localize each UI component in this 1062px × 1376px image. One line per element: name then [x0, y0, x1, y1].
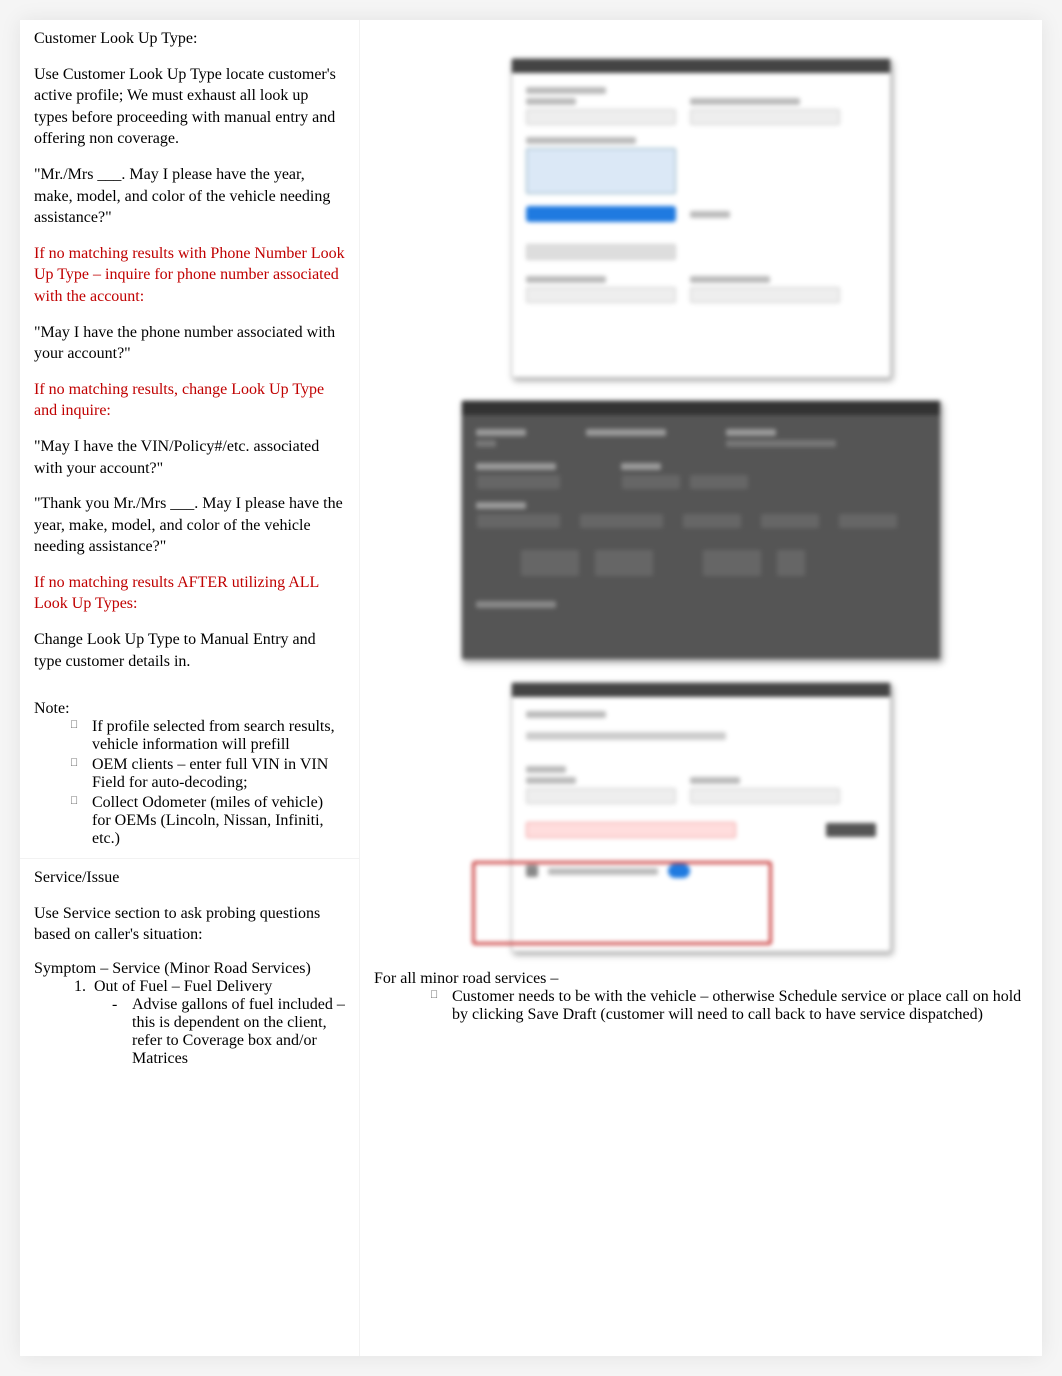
- p-script-vehicle: "Mr./Mrs ___. May I please have the year…: [34, 164, 345, 229]
- right-column: For all minor road services – Customer n…: [360, 20, 1042, 1356]
- minor-services-list: Customer needs to be with the vehicle – …: [430, 988, 1028, 1024]
- heading-customer-lookup: Customer Look Up Type:: [34, 28, 345, 50]
- p-script-vin: "May I have the VIN/Policy#/etc. associa…: [34, 436, 345, 479]
- left-column: Customer Look Up Type: Use Customer Look…: [20, 20, 360, 1356]
- note-list: If profile selected from search results,…: [70, 718, 345, 848]
- p-service-intro: Use Service section to ask probing quest…: [34, 903, 345, 946]
- p-script-thankyou: "Thank you Mr./Mrs ___. May I please hav…: [34, 493, 345, 558]
- p-red-no-phone-match: If no matching results with Phone Number…: [34, 243, 345, 308]
- note-label: Note:: [34, 700, 345, 718]
- screenshot-vehicle-form: [461, 400, 941, 660]
- symptom-subitem: Advise gallons of fuel included – this i…: [112, 996, 345, 1068]
- p-red-change-lookup: If no matching results, change Look Up T…: [34, 379, 345, 422]
- symptom-list: Out of Fuel – Fuel Delivery Advise gallo…: [90, 978, 345, 1068]
- screenshot-service-form: [511, 682, 891, 952]
- section-divider: [20, 858, 359, 859]
- note-item: OEM clients – enter full VIN in VIN Fiel…: [70, 756, 345, 792]
- symptom-item: Out of Fuel – Fuel Delivery Advise gallo…: [90, 978, 345, 1068]
- p-minor-services-header: For all minor road services –: [374, 970, 1028, 988]
- right-bottom-text: For all minor road services – Customer n…: [374, 970, 1028, 1026]
- p-red-after-all: If no matching results AFTER utilizing A…: [34, 572, 345, 615]
- note-item: Collect Odometer (miles of vehicle) for …: [70, 794, 345, 848]
- minor-services-item: Customer needs to be with the vehicle – …: [430, 988, 1028, 1024]
- symptom-sublist: Advise gallons of fuel included – this i…: [112, 996, 345, 1068]
- p-lookup-intro: Use Customer Look Up Type locate custome…: [34, 64, 345, 150]
- symptom-item-label: Out of Fuel – Fuel Delivery: [94, 978, 272, 995]
- screenshot-stack: [374, 28, 1028, 952]
- p-script-phone: "May I have the phone number associated …: [34, 322, 345, 365]
- p-manual-entry: Change Look Up Type to Manual Entry and …: [34, 629, 345, 672]
- p-symptom-header: Symptom – Service (Minor Road Services): [34, 960, 345, 978]
- note-item: If profile selected from search results,…: [70, 718, 345, 754]
- heading-service-issue: Service/Issue: [34, 867, 345, 889]
- highlight-box: [472, 861, 772, 945]
- document-page: Customer Look Up Type: Use Customer Look…: [20, 20, 1042, 1356]
- screenshot-lookup-form: [511, 58, 891, 378]
